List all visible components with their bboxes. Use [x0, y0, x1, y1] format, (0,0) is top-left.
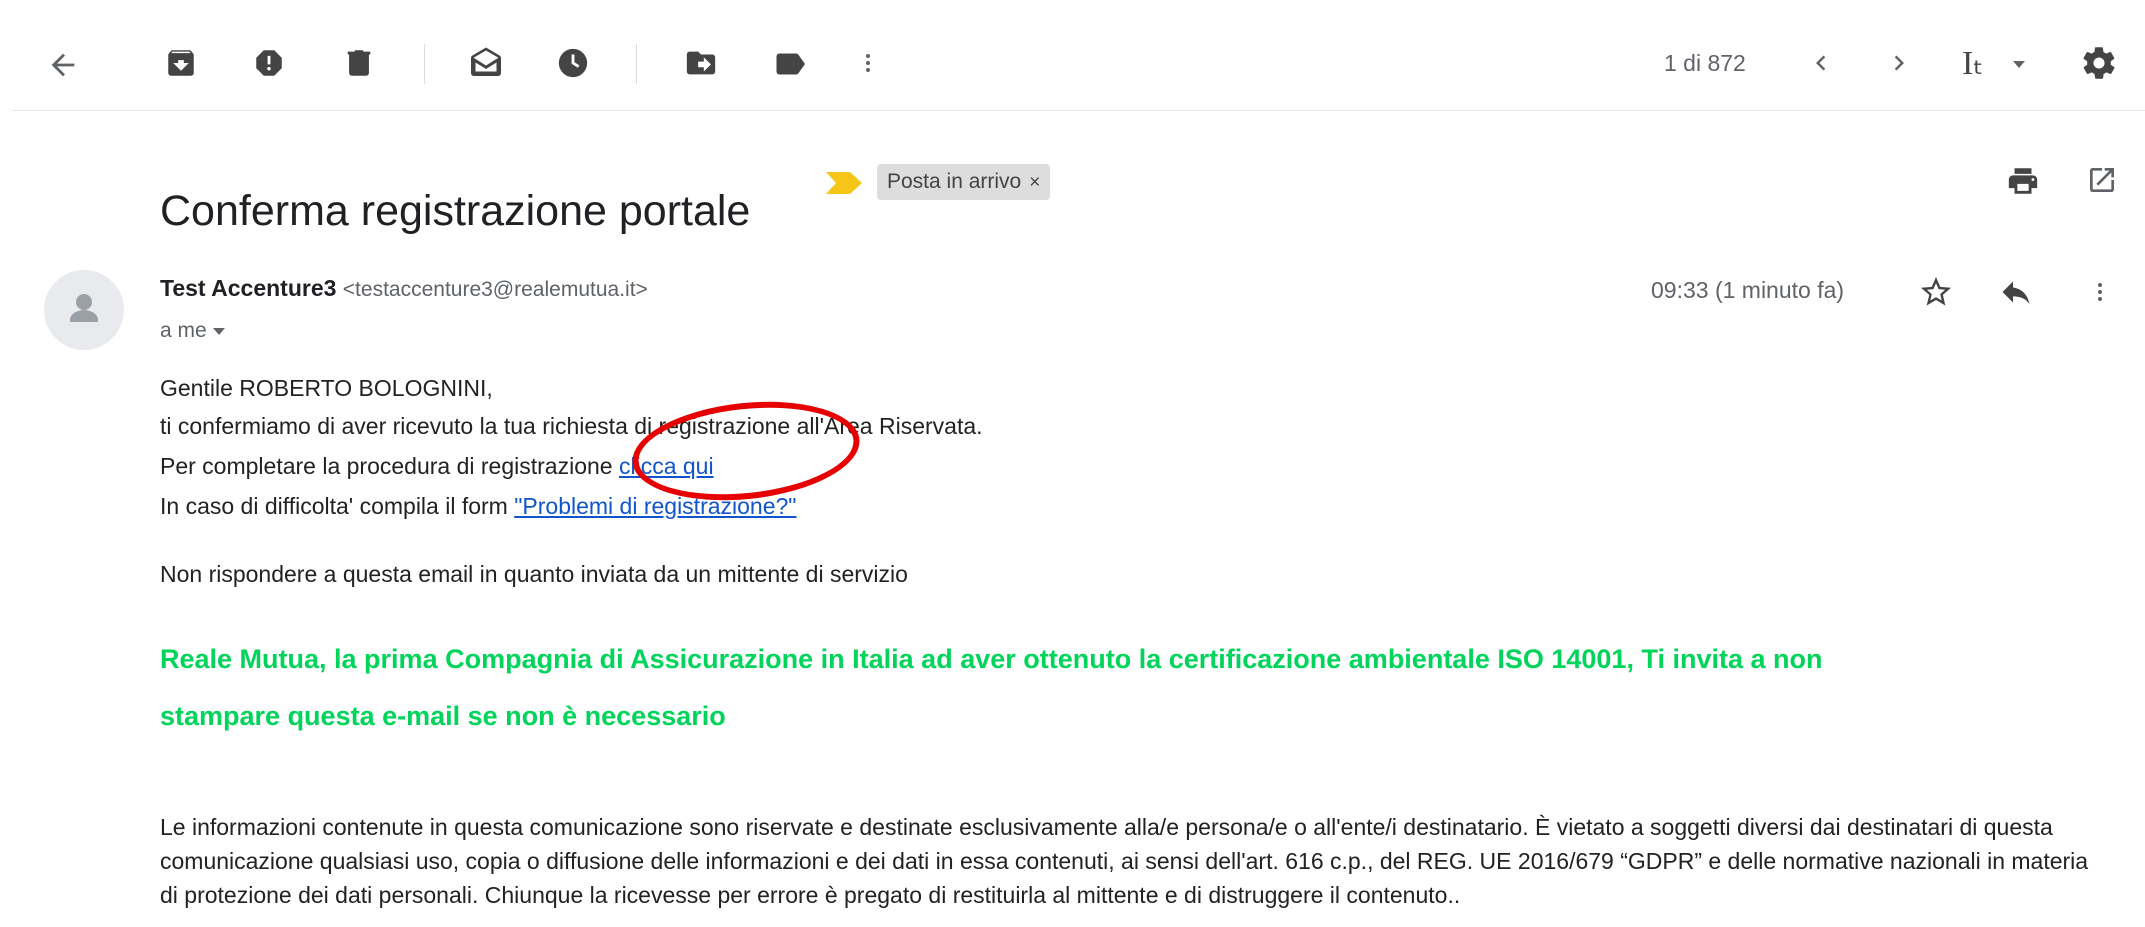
body-line-text: In caso di difficolta' compila il form — [160, 493, 515, 519]
label-icon[interactable] — [772, 46, 808, 82]
message-more-icon[interactable] — [2088, 274, 2112, 310]
gear-icon[interactable] — [2080, 44, 2118, 82]
clock-icon[interactable] — [556, 46, 590, 80]
input-tools-button[interactable]: Iₜ — [1962, 44, 1983, 84]
recipient-label: a me — [160, 319, 207, 342]
mark-unread-icon[interactable] — [468, 46, 504, 82]
email-timestamp: 09:33 (1 minuto fa) — [1651, 277, 1845, 303]
no-reply-notice: Non rispondere a questa email in quanto … — [160, 561, 908, 587]
body-line-complete-registration: Per completare la procedura di registraz… — [160, 450, 714, 482]
chevron-left-icon[interactable] — [1806, 48, 1836, 78]
inbox-label-text: Posta in arrivo — [887, 170, 1022, 193]
reply-icon[interactable] — [1998, 274, 2034, 310]
importance-marker-icon[interactable] — [826, 172, 862, 194]
body-line-text: Per completare la procedura di registraz… — [160, 453, 619, 479]
toolbar-divider — [636, 44, 637, 84]
archive-icon[interactable] — [164, 46, 198, 80]
legal-disclaimer: Le informazioni contenute in questa comu… — [160, 814, 2089, 908]
star-icon[interactable] — [1918, 274, 1954, 310]
remove-label-icon[interactable]: × — [1029, 172, 1040, 193]
open-in-new-window-icon[interactable] — [2086, 164, 2118, 196]
email-subject: Conferma registrazione portale — [160, 186, 751, 235]
sender-name[interactable]: Test Accenture3 — [160, 275, 336, 301]
recipient-details-toggle[interactable]: a me — [160, 316, 225, 346]
chevron-right-icon[interactable] — [1884, 48, 1914, 78]
toolbar-divider — [424, 44, 425, 84]
move-to-icon[interactable] — [684, 46, 718, 80]
more-vert-icon[interactable] — [856, 46, 880, 80]
chevron-down-icon — [212, 327, 225, 335]
greeting-line: Gentile ROBERTO BOLOGNINI, — [160, 375, 493, 401]
report-spam-icon[interactable] — [252, 46, 286, 80]
inbox-label-chip[interactable]: Posta in arrivo × — [877, 164, 1051, 200]
trash-icon[interactable] — [342, 46, 376, 80]
sender-line: Test Accenture3 <testaccenture3@realemut… — [160, 272, 648, 306]
avatar[interactable] — [44, 270, 124, 350]
print-icon[interactable] — [2006, 164, 2040, 198]
message-counter: 1 di 872 — [1664, 50, 1746, 76]
sender-email: <testaccenture3@realemutua.it> — [342, 278, 648, 301]
environment-notice-line-2: stampare questa e-mail se non è necessar… — [160, 701, 726, 731]
caret-down-icon[interactable] — [2012, 60, 2026, 70]
arrow-left-icon[interactable] — [46, 48, 80, 82]
toolbar-divider-line — [12, 110, 2145, 111]
environment-notice-line-1: Reale Mutua, la prima Compagnia di Assic… — [160, 644, 1823, 674]
